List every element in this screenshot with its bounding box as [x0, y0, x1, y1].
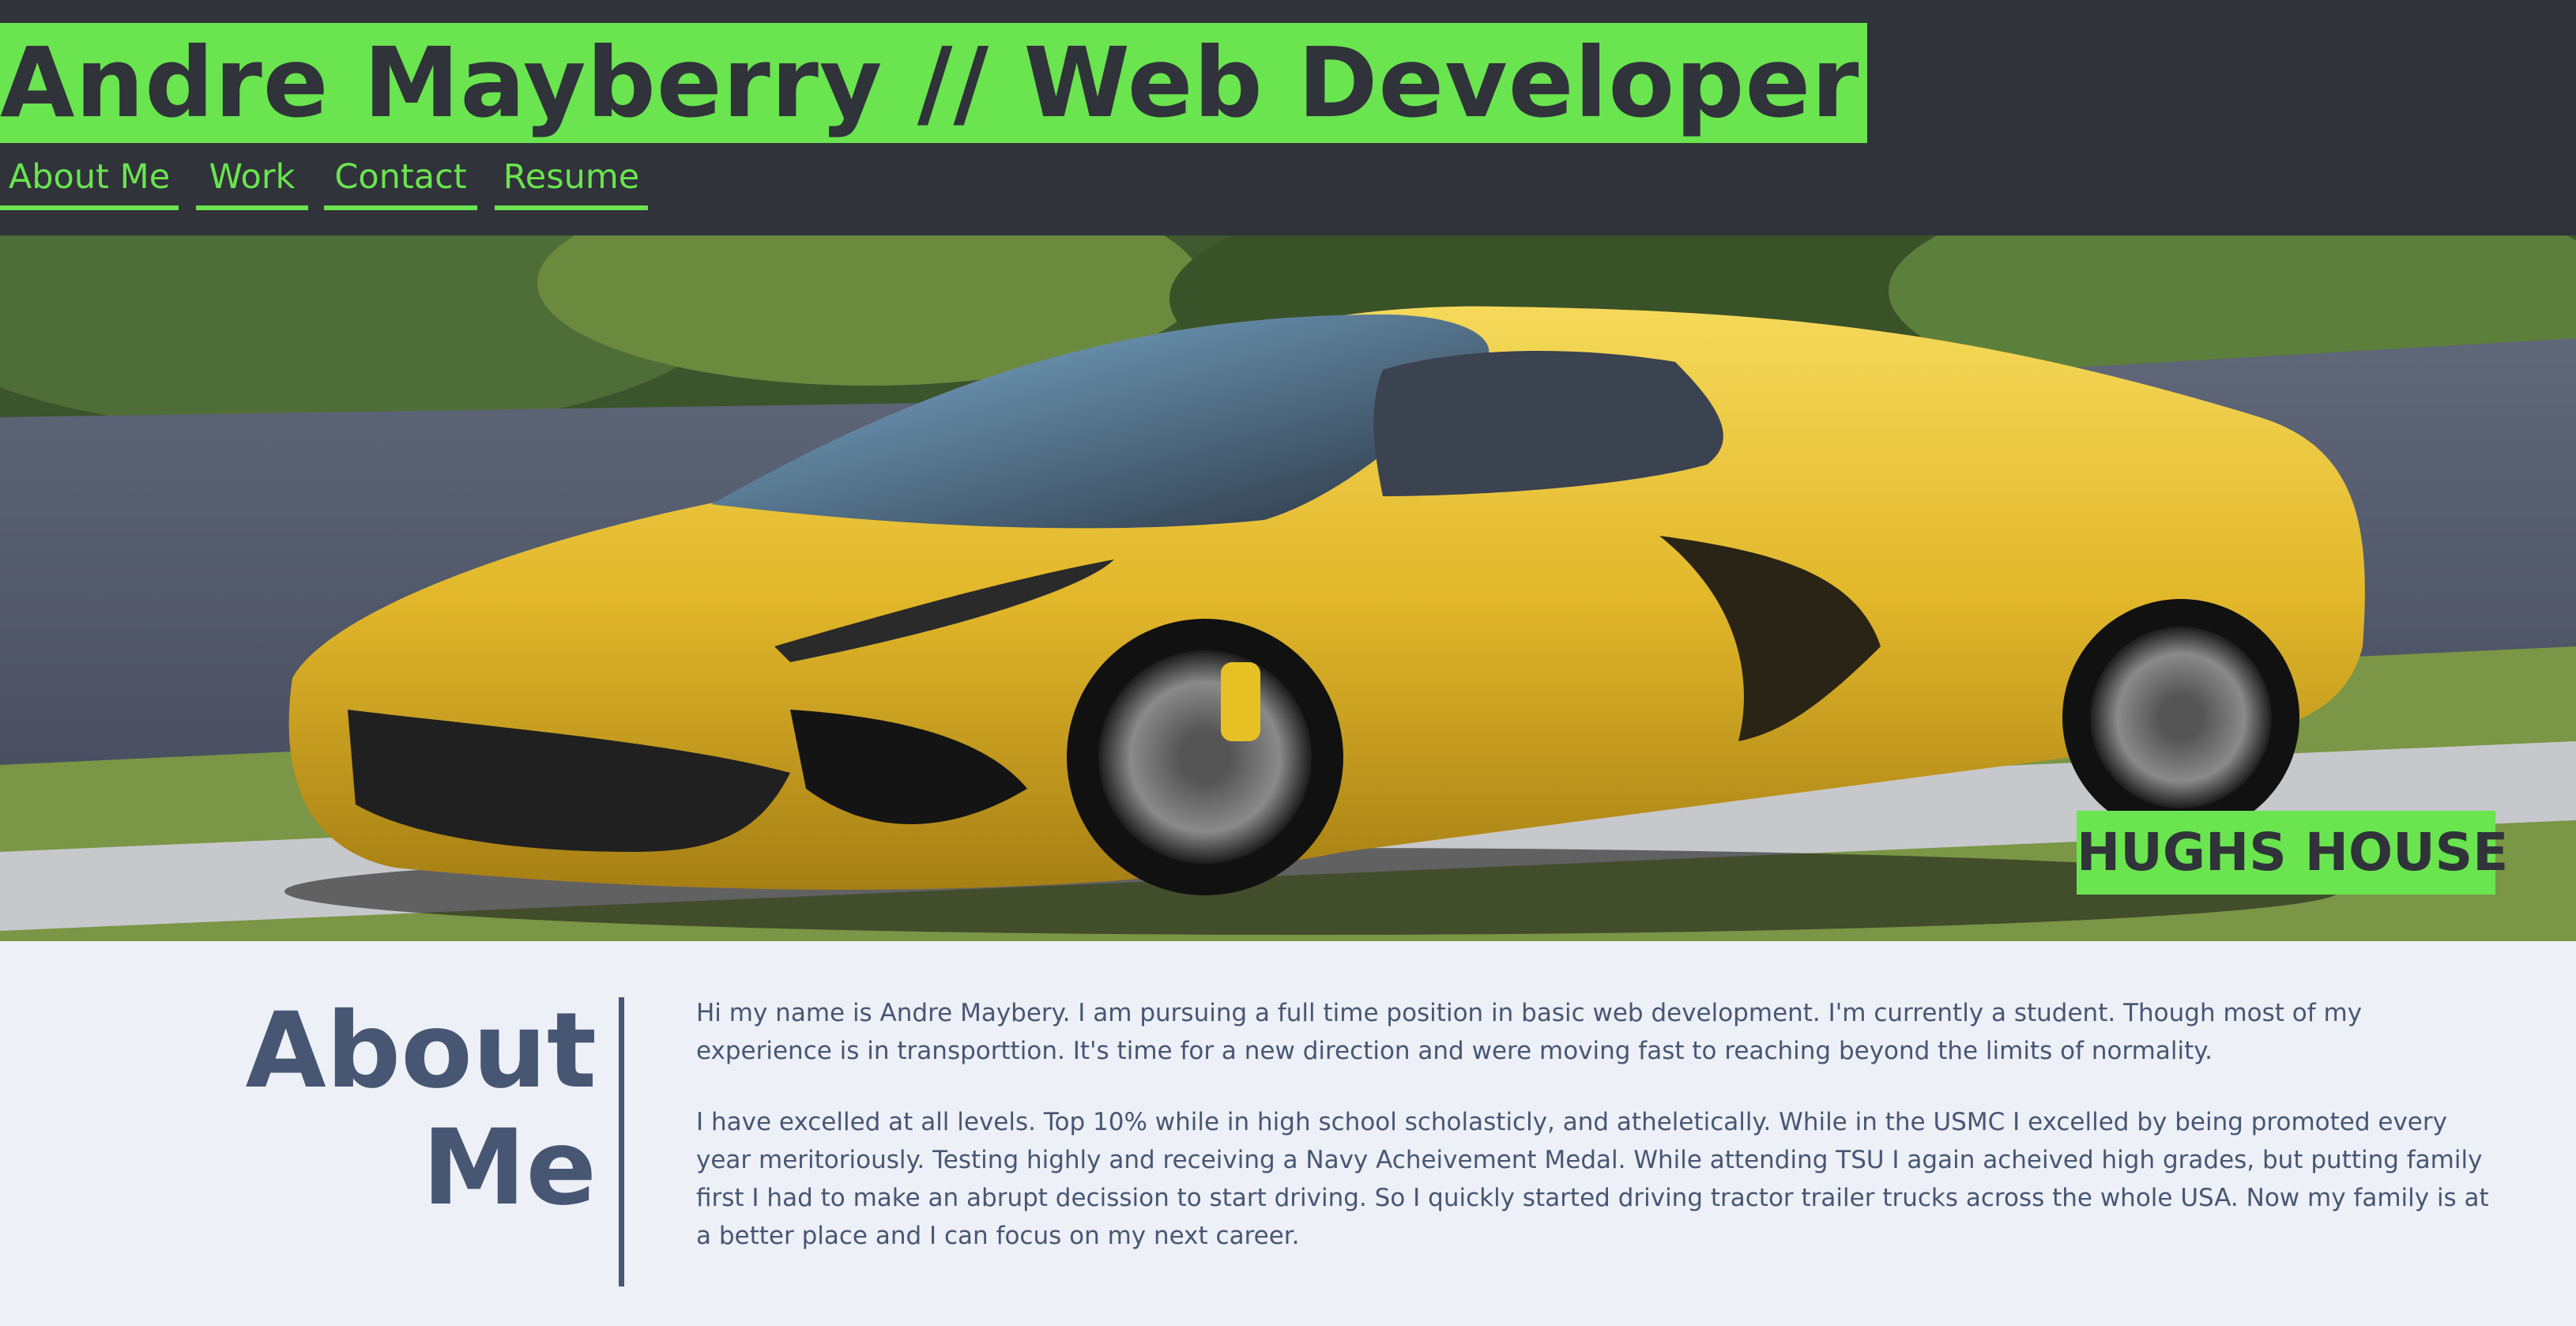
nav-about-me[interactable]: About Me	[0, 150, 179, 210]
hero-badge: HUGHS HOUSE	[2077, 811, 2508, 895]
nav-work[interactable]: Work	[196, 150, 308, 210]
about-paragraph-1: Hi my name is Andre Maybery. I am pursui…	[696, 999, 2363, 1065]
about-divider	[619, 997, 624, 1286]
site-header: Andre Mayberry // Web Developer About Me…	[0, 0, 2576, 235]
about-heading-line1: About	[245, 990, 597, 1112]
about-heading-line2: Me	[422, 1107, 597, 1229]
about-paragraph-2: I have excelled at all levels. Top 10% w…	[696, 1108, 2489, 1250]
site-title: Andre Mayberry // Web Developer	[0, 23, 1867, 143]
about-heading: About Me	[237, 993, 597, 1226]
about-text: Hi my name is Andre Maybery. I am pursui…	[696, 994, 2502, 1288]
nav-resume[interactable]: Resume	[495, 150, 648, 210]
nav-contact[interactable]: Contact	[324, 150, 477, 210]
